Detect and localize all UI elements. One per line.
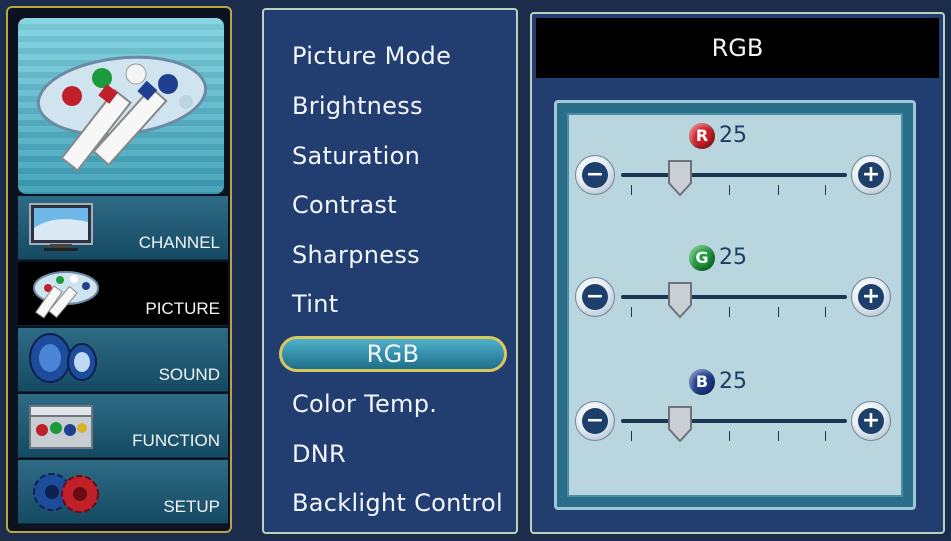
nav-item-function[interactable]: FUNCTION [18,394,228,458]
slider-row-blue: B 25 − + [569,369,901,479]
red-decrease-button[interactable]: − [575,155,615,195]
blue-value: 25 [719,369,747,394]
green-value-group: G 25 [689,245,769,273]
minus-icon: − [582,162,608,188]
green-value: 25 [719,245,747,270]
red-slider-thumb[interactable] [667,159,693,197]
menu-item-saturation[interactable]: Saturation [292,142,420,170]
slider-row-green: G 25 − + [569,245,901,355]
minus-icon: − [582,408,608,434]
green-decrease-button[interactable]: − [575,277,615,317]
slider-row-red: R 25 − + [569,123,901,233]
green-tick [729,307,730,317]
menu-item-contrast[interactable]: Contrast [292,191,397,219]
green-channel-badge: G [689,245,715,271]
blue-increase-button[interactable]: + [851,401,891,441]
slider-frame: R 25 − + G 25 − + B 25 − + [554,100,916,510]
green-tick [778,307,779,317]
blue-tick [631,431,632,441]
nav-item-picture[interactable]: PICTURE [18,262,228,326]
blue-tick [778,431,779,441]
nav-item-sound[interactable]: SOUND [18,328,228,392]
gears-icon [33,473,99,513]
green-tick [631,307,632,317]
nav-item-setup[interactable]: SETUP [18,460,228,524]
minus-icon: − [582,284,608,310]
menu-item-backlight-control[interactable]: Backlight Control [292,489,503,517]
menu-item-brightness[interactable]: Brightness [292,92,423,120]
blue-decrease-button[interactable]: − [575,401,615,441]
green-tick [825,307,826,317]
picture-hero-banner [18,18,224,194]
red-channel-badge: R [689,123,715,149]
picture-menu: Picture Mode Brightness Saturation Contr… [262,8,518,534]
slider-area: R 25 − + G 25 − + B 25 − + [567,113,903,497]
blue-tick [729,431,730,441]
blue-slider-track[interactable] [621,419,847,423]
blue-channel-badge: B [689,369,715,395]
menu-item-tint[interactable]: Tint [292,290,338,318]
tv-icon [29,203,93,251]
plus-icon: + [858,408,884,434]
speaker-icon [29,333,97,383]
plus-icon: + [858,284,884,310]
palette-icon [33,271,99,319]
blue-tick [825,431,826,441]
main-nav-panel: CHANNEL PICTURE SOUND FUNCTION SETUP [6,6,232,533]
red-tick [778,185,779,195]
red-tick [631,185,632,195]
nav-label-sound: SOUND [158,365,220,384]
green-increase-button[interactable]: + [851,277,891,317]
nav-label-channel: CHANNEL [138,233,220,252]
red-value: 25 [719,123,747,148]
nav-label-setup: SETUP [163,497,220,516]
menu-item-picture-mode[interactable]: Picture Mode [292,42,451,70]
menu-item-rgb[interactable]: RGB [279,336,507,372]
blue-value-group: B 25 [689,369,769,397]
red-tick [729,185,730,195]
palette-icon [36,55,208,172]
nav-label-function: FUNCTION [132,431,220,450]
menu-item-sharpness[interactable]: Sharpness [292,241,420,269]
rgb-panel-title: RGB [536,18,939,78]
menu-item-color-temp[interactable]: Color Temp. [292,390,437,418]
rgb-settings-panel: RGB R 25 − + G 25 − + B 25 − + [530,12,945,534]
toolbox-icon [29,405,93,449]
green-slider-thumb[interactable] [667,281,693,319]
red-value-group: R 25 [689,123,769,151]
plus-icon: + [858,162,884,188]
blue-slider-thumb[interactable] [667,405,693,443]
nav-label-picture: PICTURE [145,299,220,318]
red-slider-track[interactable] [621,173,847,177]
menu-item-dnr[interactable]: DNR [292,440,346,468]
nav-item-channel[interactable]: CHANNEL [18,196,228,260]
red-increase-button[interactable]: + [851,155,891,195]
green-slider-track[interactable] [621,295,847,299]
red-tick [825,185,826,195]
